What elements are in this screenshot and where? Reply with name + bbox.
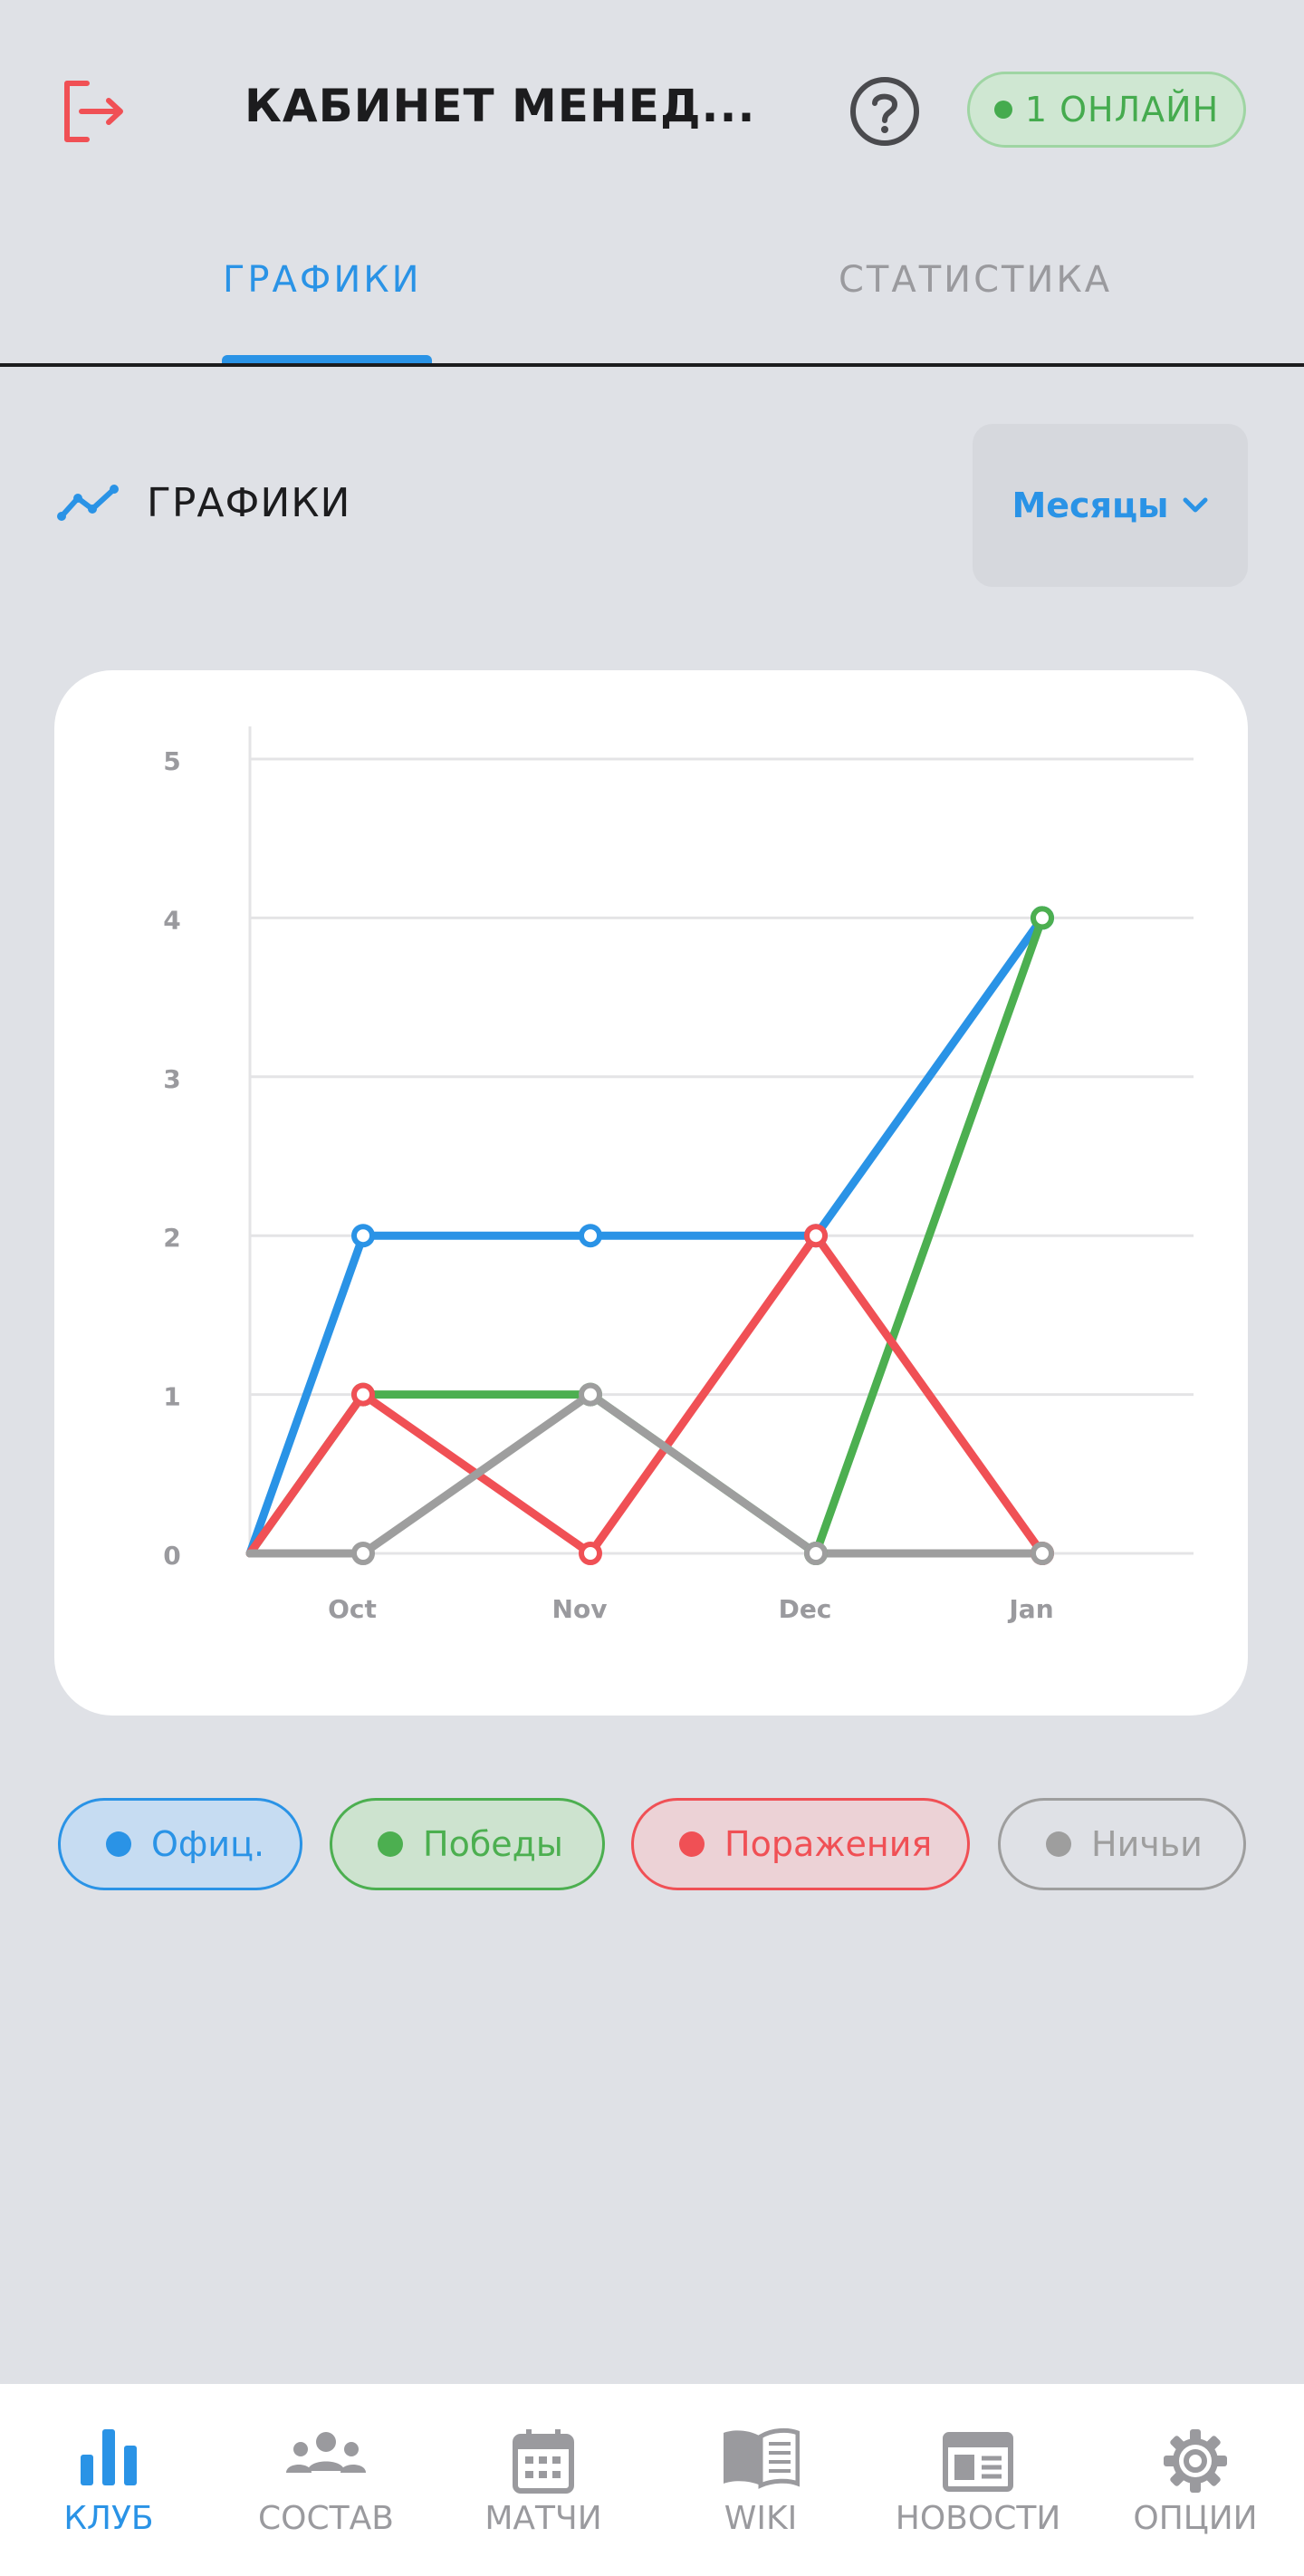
nav-news-label: НОВОСТИ <box>895 2500 1061 2537</box>
online-label: 1 ОНЛАЙН <box>1024 90 1220 130</box>
y-tick-label: 0 <box>163 1541 180 1571</box>
newspaper-icon <box>943 2432 1013 2492</box>
x-tick-label: Oct <box>328 1594 377 1624</box>
legend-draws-dot <box>1046 1831 1071 1857</box>
chart-card: 0 1 2 3 4 5 Oct Nov Dec Jan <box>54 670 1248 1716</box>
nav-matches[interactable]: МАТЧИ <box>435 2384 652 2576</box>
nav-club-label: КЛУБ <box>63 2500 154 2537</box>
bar-chart-icon <box>81 2429 137 2485</box>
data-point <box>579 1542 602 1565</box>
line-chart-icon <box>57 485 119 521</box>
legend-official-label: Офиц. <box>151 1824 265 1864</box>
online-dot-icon <box>993 101 1012 119</box>
legend-wins[interactable]: Победы <box>330 1798 605 1890</box>
page-title: КАБИНЕТ МЕНЕД... <box>244 80 756 132</box>
line-chart: 0 1 2 3 4 5 Oct Nov Dec Jan <box>163 726 1194 1624</box>
legend-official[interactable]: Офиц. <box>58 1798 302 1890</box>
legend-official-dot <box>106 1831 131 1857</box>
y-tick-label: 1 <box>163 1382 180 1412</box>
x-tick-label: Nov <box>552 1594 608 1624</box>
data-point <box>579 1382 602 1407</box>
data-point <box>579 1224 602 1248</box>
legend-wins-dot <box>378 1831 403 1857</box>
period-dropdown[interactable]: Месяцы <box>973 424 1248 587</box>
y-tick-label: 5 <box>163 746 180 776</box>
nav-wiki-label: WIKI <box>724 2500 798 2537</box>
x-tick-label: Jan <box>1007 1594 1053 1624</box>
nav-news[interactable]: НОВОСТИ <box>869 2384 1087 2576</box>
tabs-divider <box>0 363 1304 367</box>
y-tick-label: 4 <box>163 905 180 935</box>
legend-draws[interactable]: Ничьи <box>998 1798 1246 1890</box>
data-point <box>804 1542 828 1565</box>
nav-club[interactable]: КЛУБ <box>0 2384 217 2576</box>
legend-losses-label: Поражения <box>724 1824 933 1864</box>
y-tick-label: 2 <box>163 1223 180 1253</box>
logout-icon[interactable] <box>60 80 129 143</box>
bottom-nav: КЛУБ СОСТАВ МАТЧИ WIKI НОВОСТИ ОПЦИИ <box>0 2384 1304 2576</box>
data-point <box>804 1224 828 1248</box>
chevron-down-icon <box>1183 497 1208 513</box>
nav-options[interactable]: ОПЦИИ <box>1087 2384 1304 2576</box>
section-title: ГРАФИКИ <box>147 480 351 526</box>
nav-options-label: ОПЦИИ <box>1133 2500 1258 2537</box>
legend-losses[interactable]: Поражения <box>631 1798 970 1890</box>
period-label: Месяцы <box>1012 485 1169 525</box>
data-point <box>351 1382 375 1407</box>
legend-losses-dot <box>679 1831 705 1857</box>
nav-squad-label: СОСТАВ <box>258 2500 394 2537</box>
calendar-icon <box>513 2429 574 2494</box>
legend-wins-label: Победы <box>423 1824 563 1864</box>
tab-statistics[interactable]: СТАТИСТИКА <box>839 259 1112 301</box>
nav-matches-label: МАТЧИ <box>484 2500 602 2537</box>
book-icon <box>724 2427 800 2489</box>
tab-charts[interactable]: ГРАФИКИ <box>223 259 422 301</box>
y-tick-label: 3 <box>163 1064 180 1094</box>
nav-squad[interactable]: СОСТАВ <box>217 2384 435 2576</box>
data-point <box>1031 906 1054 930</box>
data-point <box>351 1542 375 1565</box>
team-icon <box>286 2432 366 2473</box>
help-circle-icon[interactable] <box>849 76 920 147</box>
data-point <box>1031 1542 1054 1565</box>
online-status-badge[interactable]: 1 ОНЛАЙН <box>967 72 1246 148</box>
nav-wiki[interactable]: WIKI <box>652 2384 869 2576</box>
x-tick-label: Dec <box>779 1594 832 1624</box>
data-point <box>351 1224 375 1248</box>
legend-draws-label: Ничьи <box>1091 1824 1203 1864</box>
gear-icon <box>1164 2429 1227 2493</box>
app-header: КАБИНЕТ МЕНЕД... 1 ОНЛАЙН <box>0 0 1304 217</box>
